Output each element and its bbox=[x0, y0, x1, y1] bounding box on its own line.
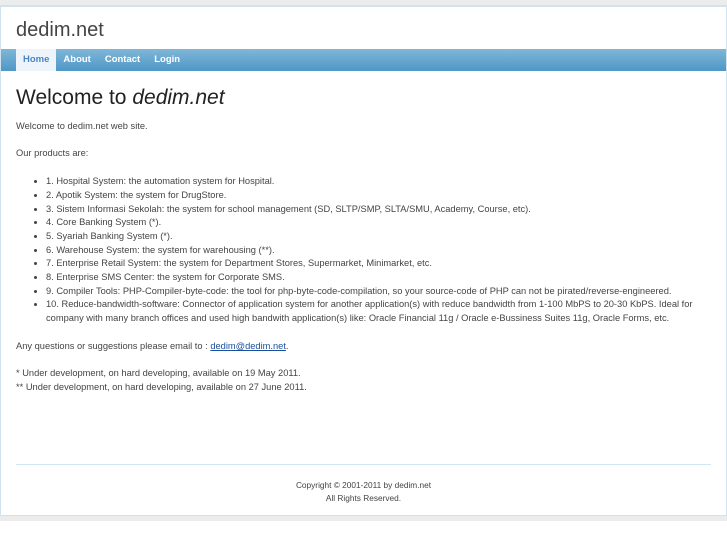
list-item: 5. Syariah Banking System (*). bbox=[46, 230, 706, 244]
list-item: 8. Enterprise SMS Center: the system for… bbox=[46, 271, 706, 285]
heading-prefix: Welcome to bbox=[16, 86, 127, 109]
nav-contact[interactable]: Contact bbox=[98, 49, 147, 71]
rights: All Rights Reserved. bbox=[325, 492, 402, 503]
list-item: 1. Hospital System: the automation syste… bbox=[46, 175, 706, 189]
products-list: 1. Hospital System: the automation syste… bbox=[46, 175, 706, 326]
list-item: 2. Apotik System: the system for DrugSto… bbox=[46, 189, 706, 203]
page-heading: Welcome to dedim.net bbox=[16, 86, 225, 110]
list-item: 6. Warehouse System: the system for ware… bbox=[46, 244, 706, 258]
nav-home[interactable]: Home bbox=[16, 49, 57, 71]
bottom-band bbox=[0, 516, 727, 521]
heading-site-name: dedim.net bbox=[132, 86, 225, 109]
list-item: 9. Compiler Tools: PHP-Compiler-byte-cod… bbox=[46, 285, 706, 299]
nav-login[interactable]: Login bbox=[147, 49, 187, 71]
note-2: ** Under development, on hard developing… bbox=[16, 381, 307, 392]
nav-about[interactable]: About bbox=[56, 49, 97, 71]
contact-line: Any questions or suggestions please emai… bbox=[16, 340, 706, 354]
intro-text: Welcome to dedim.net web site. bbox=[16, 121, 148, 131]
footer: Copyright © 2001-2011 by dedim.net All R… bbox=[1, 479, 726, 504]
products-label: Our products are: bbox=[16, 148, 89, 159]
list-item: 10. Reduce-bandwidth-software: Connector… bbox=[46, 298, 706, 325]
contact-end: . bbox=[285, 340, 289, 351]
site-title: dedim.net bbox=[16, 19, 104, 41]
footer-divider bbox=[16, 464, 711, 465]
main-content: Welcome to dedim.net web site. Our produ… bbox=[16, 120, 706, 395]
list-item: 4. Core Banking System (*). bbox=[46, 216, 706, 230]
list-item: 7. Enterprise Retail System: the system … bbox=[46, 257, 706, 271]
page-container: dedim.net Home About Contact Login Welco… bbox=[0, 5, 727, 516]
nav-bar: Home About Contact Login bbox=[1, 49, 726, 71]
contact-text: Any questions or suggestions please emai… bbox=[16, 340, 208, 351]
list-item: 3. Sistem Informasi Sekolah: the system … bbox=[46, 203, 706, 217]
copyright: Copyright © 2001-2011 by dedim.net bbox=[295, 480, 432, 490]
note-1: * Under development, on hard developing,… bbox=[16, 368, 301, 379]
email-link[interactable]: dedim@dedim.net bbox=[210, 341, 286, 351]
